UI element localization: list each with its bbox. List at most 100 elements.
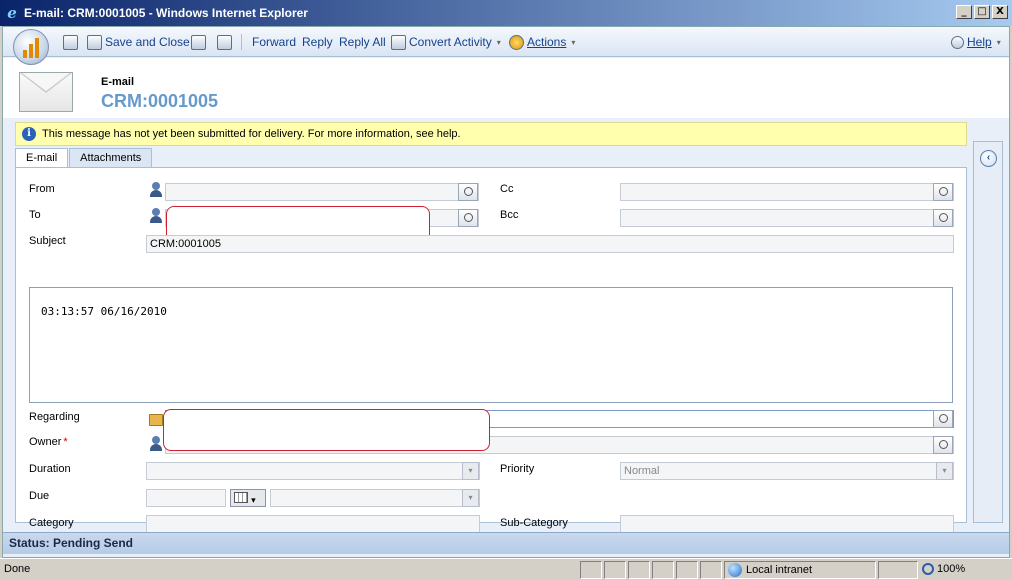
redacted-regarding-owner bbox=[163, 409, 490, 451]
info-icon: i bbox=[22, 127, 36, 141]
calendar-icon bbox=[234, 492, 248, 503]
cc-label: Cc bbox=[500, 183, 514, 195]
email-body-text: 03:13:57 06/16/2010 bbox=[41, 305, 167, 318]
email-body-editor[interactable]: 03:13:57 06/16/2010 bbox=[29, 287, 953, 403]
to-label: To bbox=[29, 209, 41, 221]
window-controls: _ □ X bbox=[956, 5, 1008, 19]
status-segment bbox=[652, 561, 674, 579]
tab-attachments[interactable]: Attachments bbox=[69, 148, 153, 168]
lookup-icon[interactable] bbox=[458, 183, 478, 201]
window-title-bar: e E-mail: CRM:0001005 - Windows Internet… bbox=[0, 0, 1012, 26]
collapse-arrow-icon[interactable]: ‹ bbox=[980, 150, 997, 167]
bcc-label: Bcc bbox=[500, 209, 519, 221]
window-title: E-mail: CRM:0001005 - Windows Internet E… bbox=[24, 6, 308, 20]
record-name: CRM:0001005 bbox=[101, 91, 219, 111]
status-segment bbox=[604, 561, 626, 579]
email-form-panel: From To Cc Bcc Subject CRM:0001005 03:13… bbox=[15, 167, 967, 533]
due-label: Due bbox=[29, 490, 50, 502]
calendar-picker-button[interactable]: ▾ bbox=[230, 489, 266, 507]
user-icon bbox=[149, 436, 163, 452]
chevron-down-icon: ▾ bbox=[996, 37, 1001, 47]
save-and-new-button[interactable] bbox=[191, 33, 206, 51]
owner-label: Owner * bbox=[29, 436, 68, 448]
category-field[interactable] bbox=[146, 515, 480, 533]
subcategory-field[interactable] bbox=[620, 515, 954, 533]
chevron-down-icon[interactable]: ▾ bbox=[462, 462, 479, 480]
save-and-close-button[interactable]: Save and Close bbox=[87, 33, 190, 51]
save-button[interactable] bbox=[63, 33, 78, 51]
print-icon bbox=[217, 34, 232, 50]
form-tabs: E-mail Attachments bbox=[15, 148, 153, 169]
priority-select[interactable]: Normal ▾ bbox=[620, 462, 954, 480]
bcc-field[interactable] bbox=[620, 209, 954, 227]
convert-activity-icon bbox=[391, 34, 406, 50]
subject-label: Subject bbox=[29, 235, 66, 247]
notification-bar: i This message has not yet been submitte… bbox=[15, 122, 967, 146]
duration-label: Duration bbox=[29, 463, 71, 475]
required-marker: * bbox=[63, 436, 68, 448]
lookup-icon[interactable] bbox=[933, 410, 953, 428]
zoom-level: 100% bbox=[937, 563, 966, 575]
zone-label: Local intranet bbox=[746, 564, 813, 576]
subject-field[interactable]: CRM:0001005 bbox=[146, 235, 954, 253]
dynamics-crm-logo-icon[interactable] bbox=[13, 29, 49, 65]
lookup-icon[interactable] bbox=[933, 209, 953, 227]
due-date-field[interactable] bbox=[146, 489, 226, 507]
lookup-icon[interactable] bbox=[933, 436, 953, 454]
owner-label-text: Owner bbox=[29, 436, 62, 448]
lookup-icon[interactable] bbox=[458, 209, 478, 227]
user-icon bbox=[149, 182, 163, 198]
minimize-button[interactable]: _ bbox=[956, 5, 972, 19]
cc-field[interactable] bbox=[620, 183, 954, 201]
user-icon bbox=[149, 208, 163, 224]
actions-label: Actions bbox=[527, 35, 567, 49]
due-time-select[interactable]: ▾ bbox=[270, 489, 480, 507]
folder-icon bbox=[149, 414, 163, 426]
help-menu[interactable]: Help ▾ bbox=[951, 33, 1001, 51]
save-and-close-label: Save and Close bbox=[105, 35, 190, 49]
notification-text: This message has not yet been submitted … bbox=[42, 128, 461, 140]
category-label: Category bbox=[29, 517, 74, 529]
crm-form-window: Save and Close Forward Reply Reply All C… bbox=[2, 26, 1010, 558]
save-icon bbox=[63, 34, 78, 50]
chevron-down-icon[interactable]: ▾ bbox=[462, 489, 479, 507]
actions-menu[interactable]: Actions ▾ bbox=[509, 33, 575, 51]
toolbar-separator bbox=[241, 34, 242, 50]
subcategory-label: Sub-Category bbox=[500, 517, 568, 529]
priority-label: Priority bbox=[500, 463, 535, 475]
page-load-status: Done bbox=[4, 563, 31, 575]
navigation-pane: ‹ bbox=[973, 141, 1003, 523]
duration-select[interactable]: ▾ bbox=[146, 462, 480, 480]
forward-button[interactable]: Forward bbox=[252, 33, 296, 51]
tab-email[interactable]: E-mail bbox=[15, 148, 69, 169]
reply-all-button[interactable]: Reply All bbox=[339, 33, 386, 51]
status-segment bbox=[580, 561, 602, 579]
help-label: Help bbox=[967, 35, 992, 49]
priority-value: Normal bbox=[624, 465, 660, 477]
browser-status-bar: Done Local intranet 100% bbox=[0, 558, 1012, 580]
chevron-down-icon: ▾ bbox=[251, 495, 256, 505]
save-and-new-icon bbox=[191, 34, 206, 50]
zoom-control[interactable]: 100% bbox=[922, 563, 965, 575]
help-icon bbox=[951, 35, 964, 49]
from-field[interactable] bbox=[165, 183, 479, 201]
record-status-bar: Status: Pending Send bbox=[3, 532, 1009, 554]
close-button[interactable]: X bbox=[992, 5, 1008, 19]
globe-icon bbox=[728, 563, 742, 577]
maximize-button[interactable]: □ bbox=[974, 5, 990, 19]
convert-activity-label: Convert Activity bbox=[409, 35, 492, 49]
convert-activity-menu[interactable]: Convert Activity ▾ bbox=[391, 33, 501, 51]
lookup-icon[interactable] bbox=[933, 183, 953, 201]
reply-button[interactable]: Reply bbox=[302, 33, 333, 51]
status-segment bbox=[700, 561, 722, 579]
security-zone[interactable]: Local intranet bbox=[728, 563, 812, 577]
actions-icon bbox=[509, 34, 524, 50]
protected-mode-segment[interactable] bbox=[878, 561, 918, 579]
entity-type: E-mail bbox=[101, 76, 135, 88]
chevron-down-icon: ▾ bbox=[571, 37, 576, 47]
from-label: From bbox=[29, 183, 55, 195]
status-segment bbox=[628, 561, 650, 579]
print-button[interactable] bbox=[217, 33, 232, 51]
save-and-close-icon bbox=[87, 34, 102, 50]
chevron-down-icon[interactable]: ▾ bbox=[936, 462, 953, 480]
